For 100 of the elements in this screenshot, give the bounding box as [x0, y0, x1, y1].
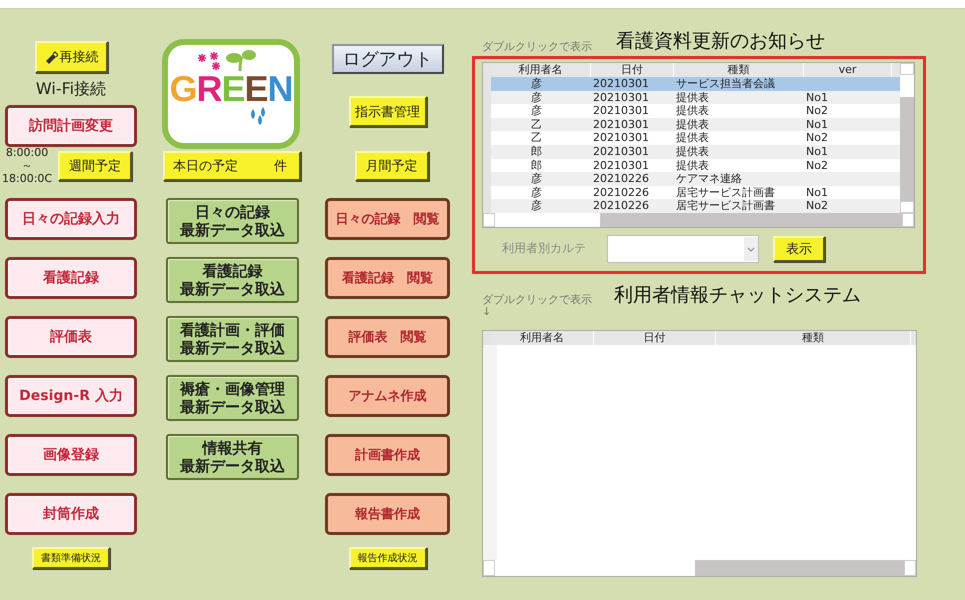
- chevron-down-icon: [744, 236, 758, 261]
- report-status-button[interactable]: 報告作成状況: [348, 547, 426, 569]
- table-cell-text: 20210301: [592, 77, 650, 91]
- start-time: 8:00:00: [6, 146, 48, 159]
- table-cell-text: 提供表: [675, 90, 710, 104]
- scroll-right-icon[interactable]: [904, 560, 916, 576]
- table-cell-text: 彦: [530, 186, 543, 200]
- table-cell-text: 郎: [530, 144, 543, 159]
- input-button[interactable]: 評価表: [5, 316, 137, 358]
- table-cell-text: 郎: [530, 158, 543, 172]
- table-cell-text: 提供表: [675, 131, 710, 145]
- view-button[interactable]: 日々の記録 閲覧: [325, 198, 450, 240]
- import-button[interactable]: 看護計画・評価 最新データ取込: [166, 316, 299, 362]
- table-cell-text: 提供表: [675, 158, 710, 172]
- table-cell-text: 彦: [530, 90, 543, 104]
- logout-button[interactable]: ログアウト: [332, 44, 444, 74]
- scroll-down-icon[interactable]: [900, 200, 914, 213]
- logo-letter: E: [244, 68, 268, 109]
- table-cell-text: 彦: [530, 104, 543, 118]
- today-schedule-button[interactable]: 本日の予定 件: [163, 151, 301, 181]
- table-cell-text: 居宅サービス計画書: [675, 199, 776, 213]
- table-cell-text: No2: [805, 158, 829, 172]
- weekly-schedule-button[interactable]: 週間予定: [58, 151, 132, 181]
- karte-label: 利用者別カルテ: [502, 240, 587, 258]
- table-cell-text: No2: [805, 131, 829, 145]
- scroll-up-icon[interactable]: [900, 63, 914, 75]
- table-cell-text: No1: [805, 144, 829, 159]
- table-row[interactable]: 郎 20210301 提供表 No1: [483, 144, 900, 159]
- scroll-thumb[interactable]: [495, 212, 600, 227]
- time-separator: ～: [22, 159, 33, 172]
- end-time: 18:00:0C: [2, 172, 52, 185]
- table-cell-text: 20210226: [592, 186, 650, 200]
- documents-status-button[interactable]: 書類準備状況: [32, 547, 110, 569]
- logo-letter: E: [221, 68, 244, 109]
- user-dropdown[interactable]: [607, 234, 759, 263]
- instructions-button[interactable]: 指示書管理: [348, 96, 426, 127]
- reconnect-button[interactable]: 再接続: [34, 41, 108, 73]
- table-cell-text: No1: [805, 118, 829, 132]
- table-cell-text: 20210301: [592, 158, 650, 172]
- table-cell-text: 20210301: [592, 104, 650, 118]
- table-cell-text: 提供表: [675, 118, 710, 132]
- section-title: 看護資料更新のお知らせ: [616, 29, 825, 54]
- column-header[interactable]: 日付: [594, 330, 716, 345]
- view-button[interactable]: 評価表 閲覧: [325, 316, 450, 358]
- table-cell-text: ケアマネ連絡: [675, 172, 743, 186]
- scroll-thumb[interactable]: [495, 560, 695, 576]
- logo-letter: N: [268, 68, 293, 109]
- horizontal-scrollbar[interactable]: [483, 212, 914, 227]
- input-button[interactable]: 日々の記録入力: [5, 198, 137, 240]
- table-cell-text: 20210301: [592, 131, 650, 145]
- import-button[interactable]: 情報共有 最新データ取込: [166, 434, 299, 480]
- view-button[interactable]: 看護記録 閲覧: [325, 257, 450, 299]
- hint-text: ダブルクリックで表示: [482, 292, 592, 307]
- show-button[interactable]: 表示: [773, 236, 825, 262]
- table-row[interactable]: 乙 20210301 提供表 No1: [483, 118, 900, 132]
- table-cell-text: 20210301: [592, 118, 650, 132]
- table-cell-text: 乙: [530, 131, 543, 145]
- table-cell-text: 20210226: [592, 172, 650, 186]
- table-cell-text: 彦: [530, 172, 543, 186]
- table-cell-text: No1: [805, 186, 829, 200]
- table-row[interactable]: 彦 20210226 居宅サービス計画書 No2: [483, 199, 900, 213]
- table-cell-text: No1: [805, 90, 829, 104]
- scroll-left-icon[interactable]: [483, 212, 495, 227]
- table-cell-text: 20210226: [592, 199, 650, 213]
- scroll-left-icon[interactable]: [483, 560, 495, 576]
- section-title: 利用者情報チャットシステム: [614, 282, 861, 308]
- logo-letter: R: [196, 68, 222, 109]
- flower-icon: [196, 52, 222, 71]
- input-button[interactable]: 看護記録: [5, 257, 137, 299]
- view-button[interactable]: アナムネ作成: [325, 375, 450, 417]
- import-button[interactable]: 日々の記録 最新データ取込: [166, 198, 299, 244]
- logo-letter: G: [169, 68, 196, 109]
- scroll-thumb[interactable]: [900, 75, 914, 97]
- column-header[interactable]: 種類: [716, 330, 911, 345]
- table-cell-text: 20210301: [592, 90, 650, 104]
- table-cell-text: No2: [805, 199, 829, 213]
- table-cell-text: 提供表: [675, 104, 710, 118]
- table-cell-text: 彦: [530, 199, 543, 213]
- table-row[interactable]: 彦 20210301 提供表 No1: [483, 90, 900, 104]
- hint-text: ダブルクリックで表示: [482, 39, 592, 54]
- view-button[interactable]: 報告書作成: [325, 493, 450, 535]
- scroll-right-icon[interactable]: [902, 212, 914, 227]
- horizontal-scrollbar[interactable]: [483, 560, 916, 576]
- table-cell-text: No2: [805, 104, 829, 118]
- import-button[interactable]: 看護記録 最新データ取込: [166, 257, 299, 303]
- import-button[interactable]: 褥瘡・画像管理 最新データ取込: [166, 375, 299, 421]
- table-cell-text: 20210301: [592, 144, 650, 159]
- view-button[interactable]: 計画書作成: [325, 434, 450, 476]
- input-button[interactable]: Design-R 入力: [5, 375, 137, 417]
- input-button[interactable]: 封筒作成: [5, 493, 137, 535]
- visit-plan-button[interactable]: 訪問計画変更: [5, 105, 137, 147]
- table-cell-text: サービス担当者会議: [675, 77, 776, 91]
- table-row[interactable]: 彦 20210226 ケアマネ連絡: [483, 172, 900, 186]
- wifi-label: Wi-Fi接続: [36, 79, 106, 100]
- table-cell-text: 居宅サービス計画書: [675, 186, 776, 200]
- input-button[interactable]: 画像登録: [5, 434, 137, 476]
- vertical-scrollbar[interactable]: [900, 63, 914, 213]
- monthly-schedule-button[interactable]: 月間予定: [354, 151, 428, 181]
- table-row[interactable]: 彦 20210301 サービス担当者会議: [483, 77, 900, 91]
- down-arrow: ↓: [482, 306, 492, 317]
